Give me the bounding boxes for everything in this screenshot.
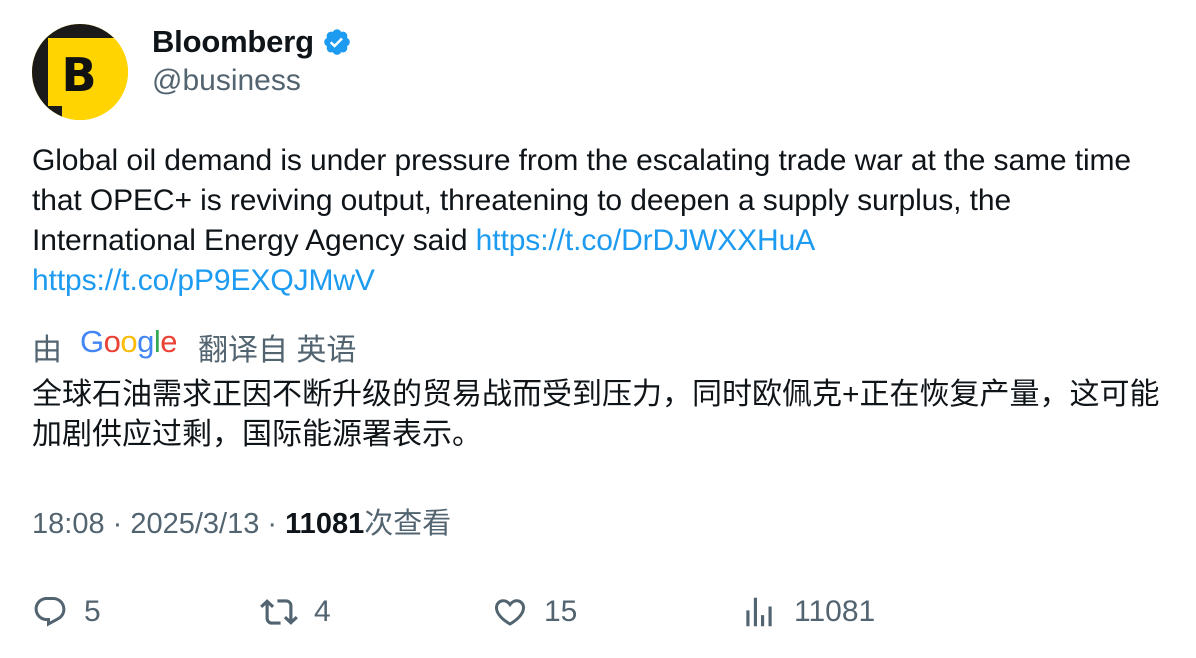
meta-separator: · (104, 508, 131, 540)
views-label: 次查看 (364, 508, 452, 540)
svg-text:Google: Google (80, 326, 177, 359)
reply-button[interactable]: 5 (32, 590, 101, 634)
avatar[interactable]: B (32, 24, 128, 120)
author-display-name[interactable]: Bloomberg (152, 24, 314, 60)
views-button[interactable]: 11081 (740, 590, 875, 634)
author-handle[interactable]: @business (152, 62, 301, 100)
translation-prefix: 由 (32, 334, 62, 367)
tweet-link-2[interactable]: https://t.co/pP9EXQJMwV (32, 264, 375, 297)
tweet-card: B Bloomberg @business Global oil demand … (0, 0, 1196, 658)
action-bar: 5 4 15 11081 (32, 590, 1172, 634)
heart-icon (494, 599, 526, 626)
retweet-count: 4 (314, 595, 331, 628)
tweet-meta: 18:08 · 2025/3/13 · 11081次查看 (32, 504, 451, 544)
avatar-letter: B (61, 48, 96, 102)
like-count: 15 (544, 595, 578, 628)
reply-icon (34, 597, 66, 627)
views-count: 11081 (285, 508, 365, 540)
translated-text: 全球石油需求正因不断升级的贸易战而受到压力，同时欧佩克+正在恢复产量，这可能加剧… (32, 378, 1160, 451)
tweet-time[interactable]: 18:08 (32, 508, 105, 540)
translation-attribution: 由 Google 翻译自 英语 (32, 324, 357, 368)
tweet-text: Global oil demand is under pressure from… (32, 141, 1172, 301)
google-logo-icon: Google (80, 324, 178, 368)
retweet-icon (260, 599, 298, 625)
tweet-link-1[interactable]: https://t.co/DrDJWXXHuA (476, 224, 816, 257)
meta-separator-2: · (259, 508, 286, 540)
translation-suffix: 翻译自 英语 (198, 334, 357, 367)
author-name-row[interactable]: Bloomberg (152, 22, 352, 62)
views-action-count: 11081 (794, 595, 876, 628)
analytics-icon (746, 597, 772, 627)
bloomberg-logo-icon: B (32, 24, 128, 120)
retweet-button[interactable]: 4 (260, 590, 331, 634)
tweet-date[interactable]: 2025/3/13 (130, 508, 259, 540)
like-button[interactable]: 15 (492, 590, 577, 634)
reply-count: 5 (84, 595, 101, 628)
verified-badge-icon[interactable] (322, 27, 352, 57)
